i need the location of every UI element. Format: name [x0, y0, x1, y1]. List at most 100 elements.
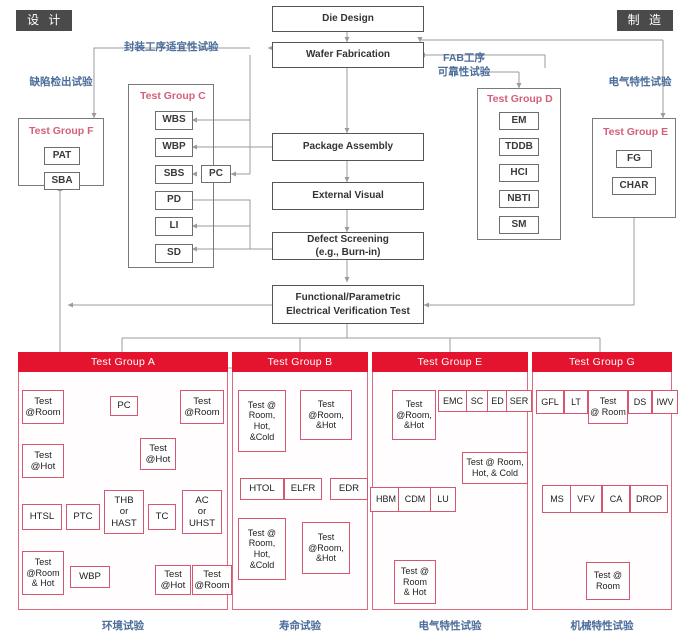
- group-g-iwv[interactable]: IWV: [652, 390, 678, 414]
- group-e-top-item-fg[interactable]: FG: [616, 150, 652, 168]
- group-a-test-hot-1[interactable]: Test @Hot: [22, 444, 64, 478]
- group-d-item-sm[interactable]: SM: [499, 216, 539, 234]
- group-g-footer: 机械特性试验: [570, 620, 634, 632]
- group-f-item-pat[interactable]: PAT: [44, 147, 80, 165]
- group-c-pc-node[interactable]: PC: [201, 165, 231, 183]
- group-d-item-tddb[interactable]: TDDB: [499, 138, 539, 156]
- group-g-ds[interactable]: DS: [628, 390, 652, 414]
- group-e-ed[interactable]: ED: [487, 390, 508, 412]
- line3: &Hot: [315, 420, 336, 431]
- functional-line2: Electrical Verification Test: [286, 305, 410, 317]
- group-b-test-rhc-1[interactable]: Test @ Room, Hot, &Cold: [238, 390, 286, 452]
- label-package-suitability: 封装工序适宜性试验: [124, 41, 219, 54]
- group-g-drop[interactable]: DROP: [630, 485, 668, 513]
- group-g-test-room-2[interactable]: Test @ Room: [586, 562, 630, 600]
- line1: Test @: [247, 527, 277, 538]
- group-a-test-room-3[interactable]: Test @Room: [192, 565, 232, 595]
- group-g-ms[interactable]: MS: [542, 485, 572, 513]
- line1: Test: [317, 532, 335, 543]
- group-c-item-sbs[interactable]: SBS: [155, 165, 193, 184]
- group-a-wbp[interactable]: WBP: [70, 566, 110, 588]
- line2: Hot, & Cold: [471, 468, 519, 478]
- process-functional-verification[interactable]: Functional/Parametric Electrical Verific…: [272, 285, 424, 324]
- group-a-test-room-1[interactable]: Test @Room: [22, 390, 64, 424]
- group-g-ca[interactable]: CA: [602, 485, 630, 513]
- group-a-test-room-2[interactable]: Test @Room: [180, 390, 224, 424]
- group-c-item-wbs[interactable]: WBS: [155, 111, 193, 130]
- line2: @Room,: [308, 409, 344, 420]
- defect-screening-line1: Defect Screening: [307, 233, 389, 245]
- group-e-ser[interactable]: SER: [506, 390, 532, 412]
- process-wafer-fabrication[interactable]: Wafer Fabrication: [272, 42, 424, 68]
- group-b-elfr[interactable]: ELFR: [284, 478, 322, 500]
- group-g-gfl[interactable]: GFL: [536, 390, 564, 414]
- group-e-top-item-char[interactable]: CHAR: [612, 177, 656, 195]
- group-e-test-room-hot[interactable]: Test @Room, &Hot: [392, 390, 436, 440]
- group-c-title: Test Group C: [140, 90, 206, 102]
- group-b-footer: 寿命试验: [279, 620, 321, 632]
- label-fab-reliability-line1: FAB工序: [443, 52, 485, 64]
- group-e-test-room-hot-final[interactable]: Test @ Room & Hot: [394, 560, 436, 604]
- line1: Test: [34, 557, 52, 568]
- line1: Test @: [593, 570, 623, 581]
- group-a-test-hot-2[interactable]: Test @Hot: [140, 438, 176, 470]
- group-a-tc[interactable]: TC: [148, 504, 176, 530]
- group-b-test-room-hot-1[interactable]: Test @Room, &Hot: [300, 390, 352, 440]
- line3: UHST: [188, 517, 216, 529]
- line2: @ Room: [590, 407, 626, 417]
- line2: @Hot: [145, 454, 171, 465]
- group-b-test-rhc-2[interactable]: Test @ Room, Hot, &Cold: [238, 518, 286, 580]
- line1: Test: [34, 395, 52, 407]
- label-defect-detection: 缺陷检出试验: [29, 76, 93, 88]
- line3: HAST: [111, 517, 137, 529]
- group-d-item-em[interactable]: EM: [499, 112, 539, 130]
- line2: @Room: [25, 407, 61, 418]
- group-a-test-hot-3[interactable]: Test @Hot: [155, 565, 191, 595]
- group-a-test-room-hot[interactable]: Test @Room & Hot: [22, 551, 64, 595]
- group-a-ac-uhst[interactable]: AC or UHST: [182, 490, 222, 534]
- group-g-test-room-1[interactable]: Test @ Room: [588, 390, 628, 424]
- group-b-edr[interactable]: EDR: [330, 478, 368, 500]
- group-e-cdm[interactable]: CDM: [398, 487, 432, 512]
- corner-tag-manufacture: 制 造: [616, 10, 673, 31]
- group-e-lu[interactable]: LU: [430, 487, 456, 512]
- process-package-assembly[interactable]: Package Assembly: [272, 133, 424, 161]
- group-c-item-li[interactable]: LI: [155, 217, 193, 236]
- group-c-item-sd[interactable]: SD: [155, 244, 193, 263]
- group-g-vfv[interactable]: VFV: [570, 485, 602, 513]
- process-die-design[interactable]: Die Design: [272, 6, 424, 32]
- line2: @Room: [26, 567, 60, 578]
- group-a-htsl[interactable]: HTSL: [22, 504, 62, 530]
- group-e-emc[interactable]: EMC: [438, 390, 468, 412]
- line2: @Hot: [160, 580, 186, 591]
- group-d-item-hci[interactable]: HCI: [499, 164, 539, 182]
- line1: Test: [317, 399, 335, 410]
- line3: & Hot: [403, 587, 427, 598]
- group-a-header: Test Group A: [18, 352, 228, 372]
- process-defect-screening[interactable]: Defect Screening (e.g., Burn-in): [272, 232, 424, 260]
- line1: Test: [193, 395, 211, 407]
- line3: Hot,: [253, 549, 271, 559]
- label-fab-reliability-line2: 可靠性试验: [437, 65, 491, 78]
- group-d-item-nbti[interactable]: NBTI: [499, 190, 539, 208]
- group-b-header: Test Group B: [232, 352, 368, 372]
- group-e-sc[interactable]: SC: [466, 390, 488, 412]
- process-external-visual[interactable]: External Visual: [272, 182, 424, 210]
- group-c-item-pd[interactable]: PD: [155, 191, 193, 210]
- group-a-ptc[interactable]: PTC: [66, 504, 100, 530]
- line3: Hot,: [253, 421, 271, 431]
- line4: &Cold: [249, 559, 275, 570]
- group-c-item-wbp[interactable]: WBP: [155, 138, 193, 157]
- group-b-htol[interactable]: HTOL: [240, 478, 284, 500]
- group-e-top-title: Test Group E: [603, 126, 669, 138]
- group-b-test-room-hot-2[interactable]: Test @Room, &Hot: [302, 522, 350, 574]
- group-f-item-sba[interactable]: SBA: [44, 172, 80, 190]
- group-g-lt[interactable]: LT: [564, 390, 588, 414]
- line3: &Hot: [315, 553, 336, 564]
- line2: or: [197, 506, 207, 518]
- group-a-pc[interactable]: PC: [110, 396, 138, 416]
- group-a-thb-hast[interactable]: THB or HAST: [104, 490, 144, 534]
- group-e-test-room-hot-cold[interactable]: Test @ Room, Hot, & Cold: [462, 452, 528, 484]
- line2: @Hot: [30, 461, 56, 472]
- line2: Room,: [248, 410, 276, 421]
